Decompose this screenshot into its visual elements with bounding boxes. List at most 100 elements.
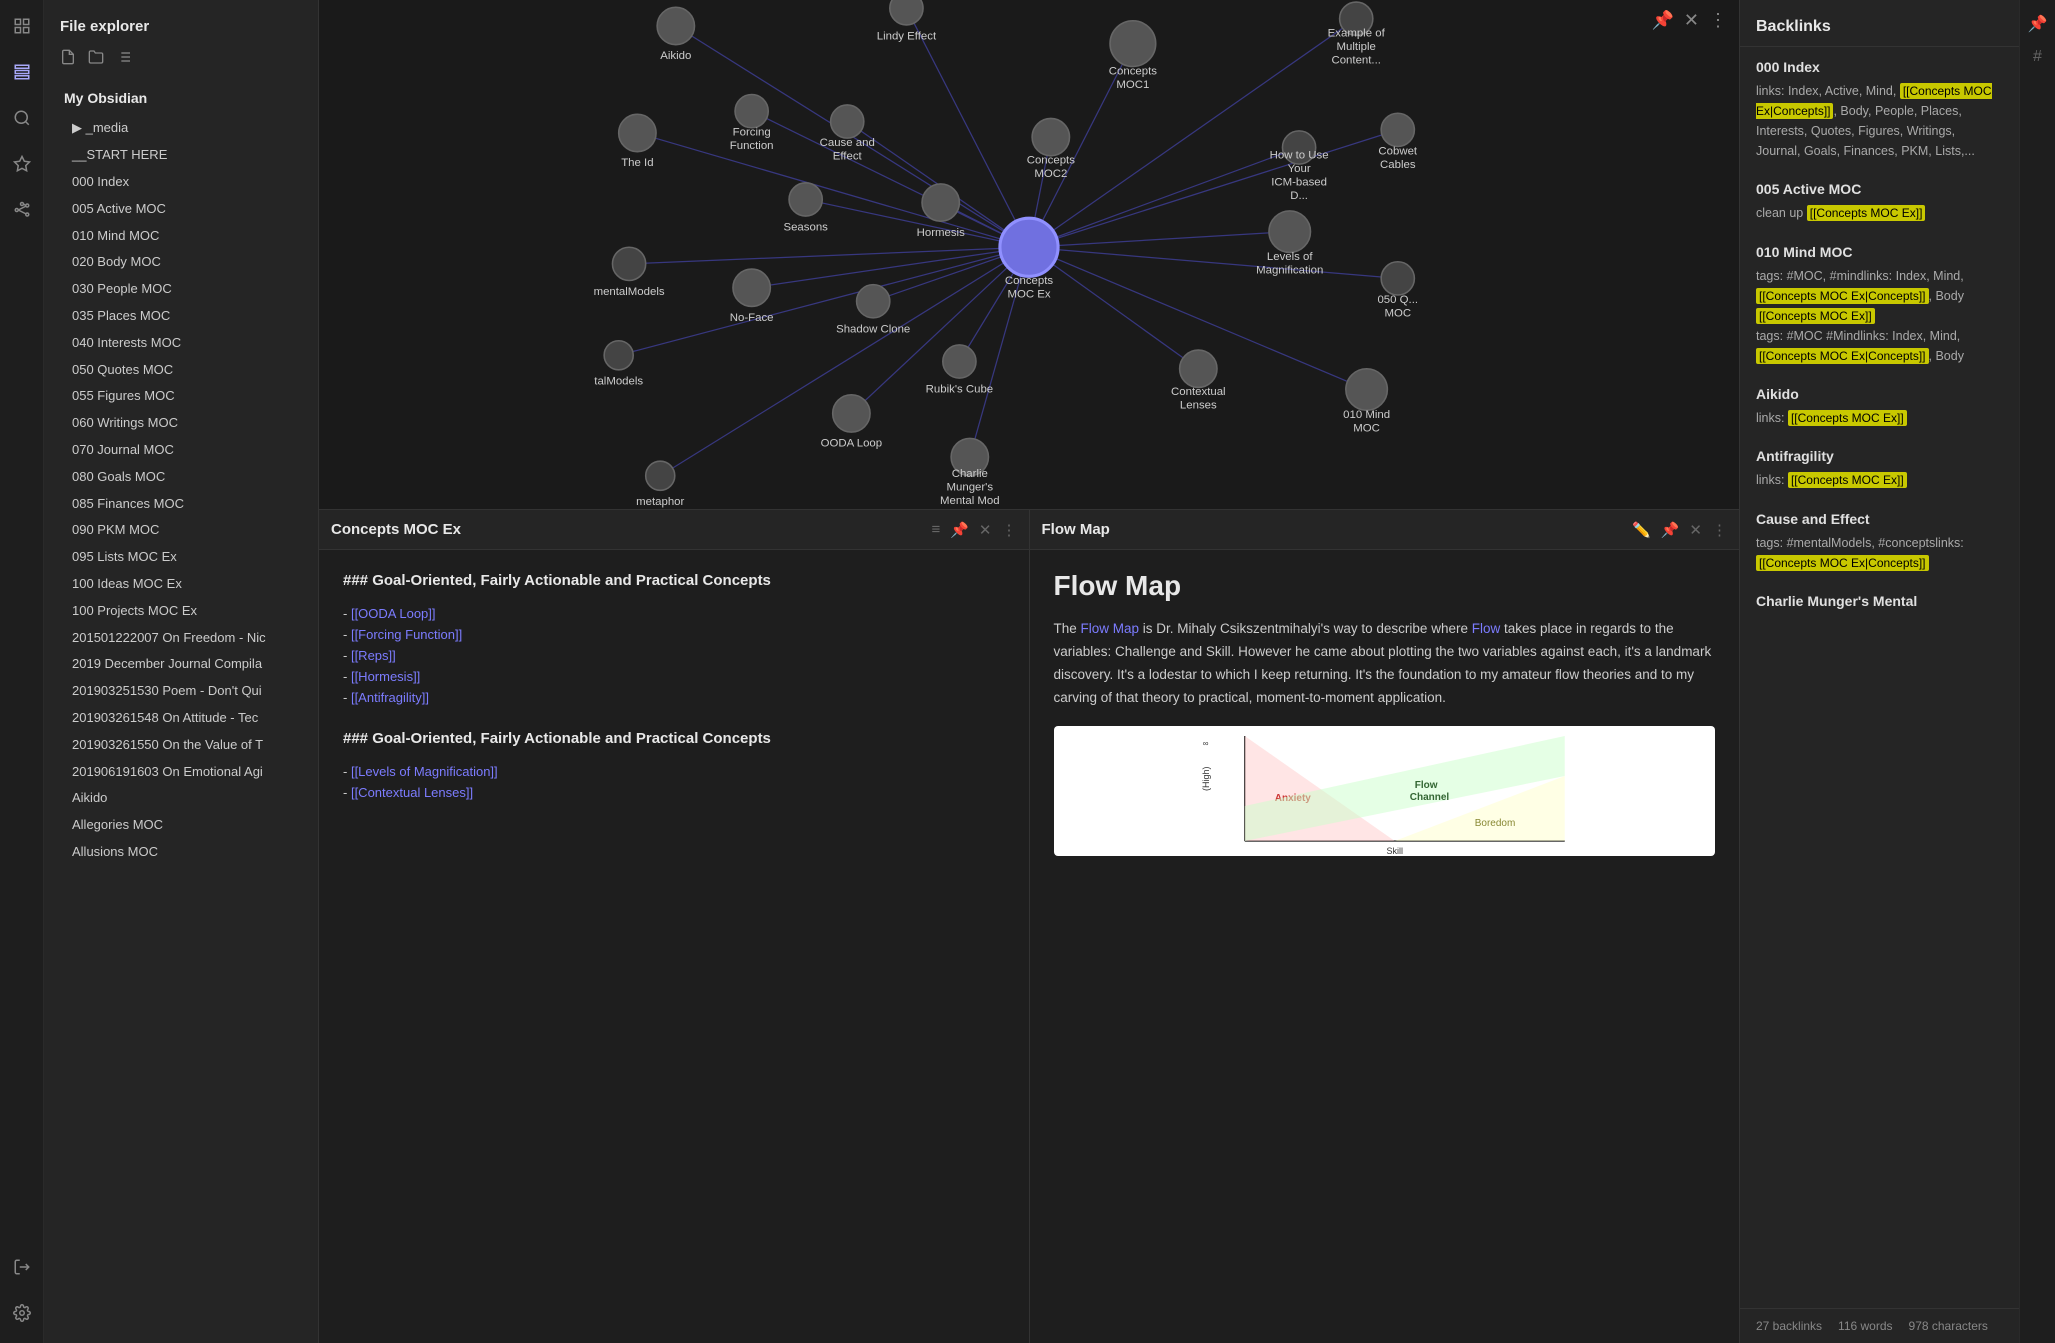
sidebar-item[interactable]: 035 Places MOC xyxy=(44,303,318,330)
backlink-highlight[interactable]: [[Concepts MOC Ex|Concepts]] xyxy=(1756,83,1992,119)
graph-node[interactable]: CharlieMunger'sMental Mod xyxy=(940,438,1000,506)
sidebar-item[interactable]: 085 Finances MOC xyxy=(44,491,318,518)
graph-node[interactable]: No-Face xyxy=(730,269,774,324)
sidebar-item[interactable]: 005 Active MOC xyxy=(44,196,318,223)
icon-search[interactable] xyxy=(6,102,38,134)
graph-node[interactable]: talModels xyxy=(594,341,643,388)
graph-node[interactable]: mentalModels xyxy=(594,247,665,298)
sidebar-item[interactable]: 100 Projects MOC Ex xyxy=(44,598,318,625)
sidebar-item[interactable]: 201903261548 On Attitude - Tec xyxy=(44,705,318,732)
sidebar-item[interactable]: 040 Interests MOC xyxy=(44,330,318,357)
sidebar-item[interactable]: 095 Lists MOC Ex xyxy=(44,544,318,571)
graph-node[interactable]: metaphor xyxy=(636,461,684,508)
sidebar-item[interactable]: 080 Goals MOC xyxy=(44,464,318,491)
pin-icon[interactable]: 📌 xyxy=(1651,10,1673,31)
sidebar-item[interactable]: 201501222007 On Freedom - Nic xyxy=(44,625,318,652)
sidebar-item[interactable]: 010 Mind MOC xyxy=(44,223,318,250)
concept-link[interactable]: [[Levels of Magnification]] xyxy=(351,764,498,779)
flow-link[interactable]: Flow xyxy=(1472,621,1501,636)
backlink-highlight[interactable]: [[Concepts MOC Ex]] xyxy=(1807,205,1926,221)
graph-node[interactable]: The Id xyxy=(619,114,656,169)
backlink-highlight[interactable]: [[Concepts MOC Ex|Concepts]] xyxy=(1756,348,1929,364)
backlink-highlight[interactable]: [[Concepts MOC Ex|Concepts]] xyxy=(1756,555,1929,571)
root-folder[interactable]: My Obsidian xyxy=(44,84,318,115)
new-folder-icon[interactable] xyxy=(88,49,104,70)
sidebar-item[interactable]: 201903251530 Poem - Don't Qui xyxy=(44,678,318,705)
backlink-highlight[interactable]: [[Concepts MOC Ex]] xyxy=(1756,308,1875,324)
sidebar-item[interactable]: 201903261550 On the Value of T xyxy=(44,732,318,759)
sidebar-item[interactable]: __START HERE xyxy=(44,142,318,169)
sidebar-item[interactable]: 090 PKM MOC xyxy=(44,517,318,544)
graph-node[interactable]: ContextualLenses xyxy=(1171,350,1226,412)
graph-node[interactable]: Cause andEffect xyxy=(820,105,875,163)
sidebar-item[interactable]: 020 Body MOC xyxy=(44,249,318,276)
sidebar-item[interactable]: 060 Writings MOC xyxy=(44,410,318,437)
graph-node[interactable]: CobwetCables xyxy=(1378,113,1418,171)
backlink-highlight[interactable]: [[Concepts MOC Ex|Concepts]] xyxy=(1756,288,1929,304)
flow-map-link[interactable]: Flow Map xyxy=(1081,621,1140,636)
pin-icon-left[interactable]: 📌 xyxy=(950,521,969,539)
graph-node[interactable]: Hormesis xyxy=(917,184,965,239)
sidebar-item[interactable]: ▶ _media xyxy=(44,115,318,142)
graph-node[interactable]: OODA Loop xyxy=(821,395,883,450)
sort-icon[interactable] xyxy=(116,49,132,70)
pin-icon-right[interactable]: 📌 xyxy=(1661,521,1680,539)
sidebar-item[interactable]: 201906191603 On Emotional Agi xyxy=(44,759,318,786)
sidebar-item[interactable]: 070 Journal MOC xyxy=(44,437,318,464)
sidebar-item[interactable]: Allusions MOC xyxy=(44,839,318,866)
backlinks-footer: 27 backlinks 116 words 978 characters xyxy=(1740,1308,2019,1343)
backlink-highlight[interactable]: [[Concepts MOC Ex]] xyxy=(1788,472,1907,488)
graph-node[interactable]: How to UseYourICM-basedD... xyxy=(1270,131,1329,202)
sidebar-item[interactable]: 055 Figures MOC xyxy=(44,383,318,410)
concept-link[interactable]: [[OODA Loop]] xyxy=(351,606,436,621)
edit-icon[interactable]: ✏️ xyxy=(1632,521,1651,539)
icon-explorer[interactable] xyxy=(6,56,38,88)
graph-node[interactable]: ConceptsMOC Ex xyxy=(1000,218,1058,300)
more-icon-left[interactable]: ⋮ xyxy=(1002,521,1017,539)
graph-node[interactable]: Aikido xyxy=(657,7,694,62)
icon-star[interactable] xyxy=(6,148,38,180)
close-icon[interactable]: ✕ xyxy=(1684,10,1699,31)
graph-node[interactable]: 010 MindMOC xyxy=(1343,369,1390,435)
new-file-icon[interactable] xyxy=(60,49,76,70)
graph-view[interactable]: 📌 ✕ ⋮ ConceptsMOC Ex ConceptsMOC1 Concepts… xyxy=(319,0,1739,510)
sidebar-item[interactable]: 030 People MOC xyxy=(44,276,318,303)
sidebar-item[interactable]: Aikido xyxy=(44,785,318,812)
icon-settings[interactable] xyxy=(6,1297,38,1329)
svg-text:Cobwet: Cobwet xyxy=(1378,145,1418,157)
graph-node[interactable]: Levels ofMagnification xyxy=(1256,211,1323,277)
sidebar-item[interactable]: 000 Index xyxy=(44,169,318,196)
graph-node[interactable]: Lindy Effect xyxy=(877,0,937,42)
icon-files[interactable] xyxy=(6,10,38,42)
more-icon-right[interactable]: ⋮ xyxy=(1712,521,1727,539)
sidebar-item[interactable]: 050 Quotes MOC xyxy=(44,357,318,384)
sidebar-item[interactable]: Allegories MOC xyxy=(44,812,318,839)
graph-node[interactable]: 050 Q...MOC xyxy=(1377,262,1418,320)
backlink-section-title: 000 Index xyxy=(1756,59,2003,75)
more-icon[interactable]: ⋮ xyxy=(1709,10,1727,31)
svg-text:Magnification: Magnification xyxy=(1256,265,1323,277)
backlink-section: 010 Mind MOCtags: #MOC, #mindlinks: Inde… xyxy=(1756,244,2003,367)
graph-node[interactable]: Example ofMultipleContent... xyxy=(1328,2,1386,66)
close-icon-left[interactable]: ✕ xyxy=(979,521,992,539)
svg-text:Concepts: Concepts xyxy=(1027,155,1075,167)
graph-node[interactable]: ForcingFunction xyxy=(730,95,774,153)
graph-node[interactable]: Seasons xyxy=(783,183,828,234)
graph-node[interactable]: ConceptsMOC1 xyxy=(1109,21,1157,91)
icon-import[interactable] xyxy=(6,1251,38,1283)
hash-icon-bar[interactable]: # xyxy=(2033,48,2042,66)
concept-link[interactable]: [[Hormesis]] xyxy=(351,669,420,684)
close-icon-right[interactable]: ✕ xyxy=(1689,521,1702,539)
sidebar-item[interactable]: 100 Ideas MOC Ex xyxy=(44,571,318,598)
concept-link[interactable]: [[Reps]] xyxy=(351,648,396,663)
concept-link[interactable]: [[Contextual Lenses]] xyxy=(351,785,473,800)
sidebar-item[interactable]: 2019 December Journal Compila xyxy=(44,651,318,678)
pin-icon-bar[interactable]: 📌 xyxy=(2028,14,2048,34)
concept-link[interactable]: [[Forcing Function]] xyxy=(351,627,462,642)
svg-text:Rubik's Cube: Rubik's Cube xyxy=(926,384,993,396)
backlink-highlight[interactable]: [[Concepts MOC Ex]] xyxy=(1788,410,1907,426)
reading-mode-icon[interactable]: ≡ xyxy=(931,521,940,539)
graph-node[interactable]: Rubik's Cube xyxy=(926,345,993,396)
icon-graph[interactable] xyxy=(6,194,38,226)
concept-link[interactable]: [[Antifragility]] xyxy=(351,690,429,705)
